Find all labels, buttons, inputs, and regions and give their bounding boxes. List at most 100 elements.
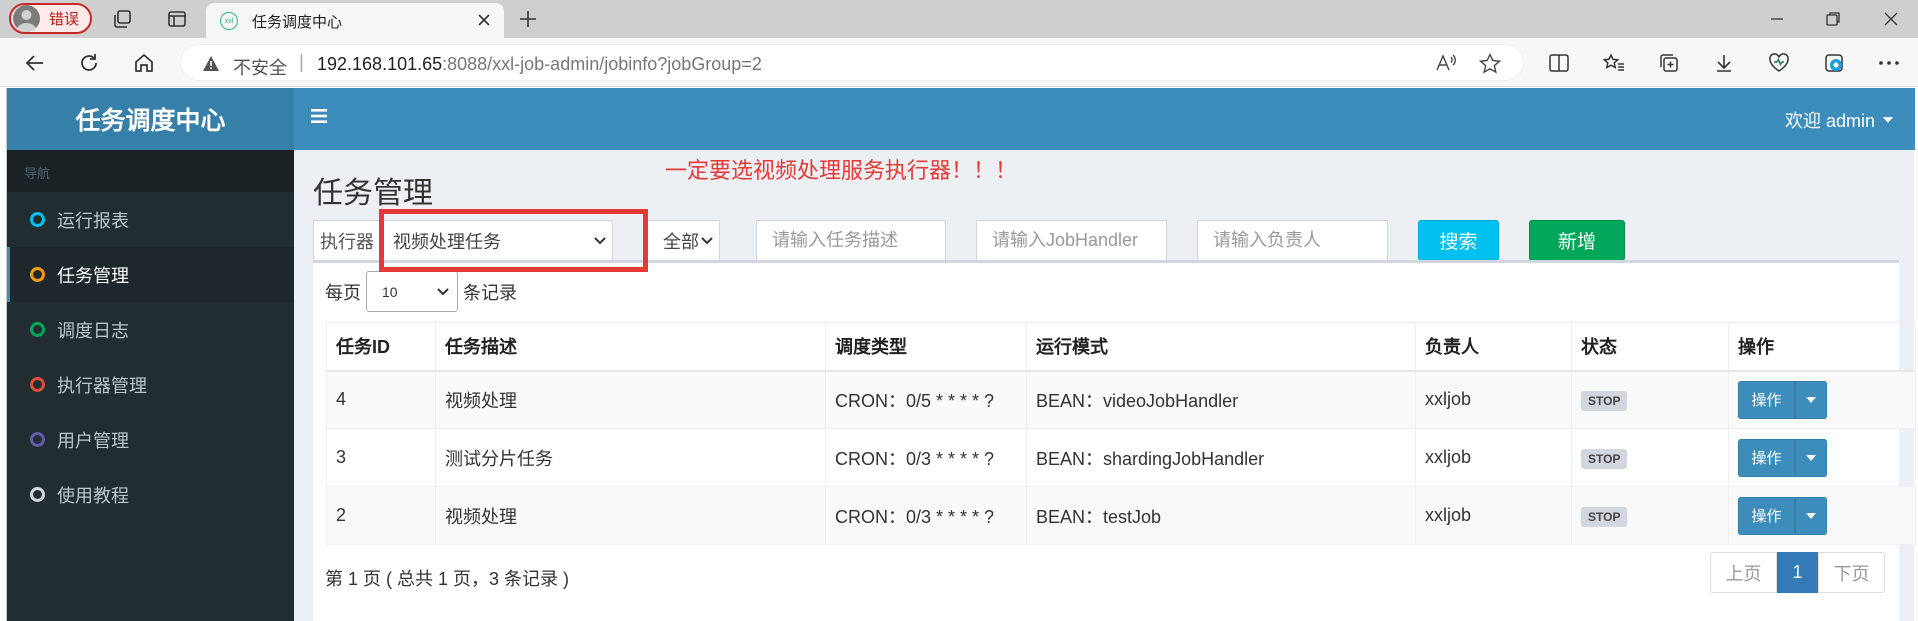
read-aloud-icon[interactable] [1435,53,1457,73]
cell-id: 4 [326,370,436,429]
table-row: 2 视频处理 CRON：0/3 * * * * ? BEAN：testJob x… [326,486,1916,545]
column-header[interactable]: 状态 [1571,322,1729,372]
profile-button[interactable]: 错误 [9,3,92,34]
cell-mode: BEAN：videoJobHandler [1026,370,1416,429]
circle-icon [30,432,45,447]
job-handler-input[interactable] [976,220,1167,261]
search-button[interactable]: 搜索 [1418,220,1499,261]
circle-icon [30,377,45,392]
operation-dropdown[interactable]: 操作 [1738,496,1827,535]
column-header[interactable]: 操作 [1728,322,1916,372]
prev-page-button[interactable]: 上页 [1710,552,1777,593]
caret-down-icon[interactable] [1795,380,1827,419]
user-greeting: 欢迎 admin [1784,111,1875,131]
column-header[interactable]: 负责人 [1415,322,1572,372]
browser-tab-bar: 错误 xxl 任务调度中心 [0,0,1918,38]
user-menu[interactable]: 欢迎 admin [1785,107,1893,133]
browser-essentials-icon[interactable] [1766,50,1792,76]
browser-toolbar: 不安全 | 192.168.101.65:8088/xxl-job-admin/… [0,38,1918,87]
operation-dropdown[interactable]: 操作 [1738,380,1827,419]
favorite-star-icon[interactable] [1479,53,1501,74]
cell-owner: xxljob [1415,370,1572,429]
next-page-button[interactable]: 下页 [1818,552,1885,593]
caret-down-icon[interactable] [1795,438,1827,477]
job-table-box: 每页 10 条记录 任务ID 任务描述 调度类型 运行模式 负责人 状态 操作 … [313,260,1916,621]
profile-status-label: 错误 [49,11,80,28]
sidebar-toggle-icon[interactable] [311,108,329,124]
cell-schedule: CRON：0/5 * * * * ? [825,370,1027,429]
back-icon[interactable] [22,50,48,76]
sidebar-item-report[interactable]: 运行报表 [7,192,294,247]
operation-button[interactable]: 操作 [1738,438,1795,477]
cell-desc: 测试分片任务 [435,428,826,487]
home-icon[interactable] [131,50,157,76]
records-label: 条记录 [463,282,517,303]
security-label: 不安全 [233,58,287,78]
cell-id: 2 [326,486,436,545]
address-bar[interactable]: 不安全 | 192.168.101.65:8088/xxl-job-admin/… [180,44,1524,81]
pagination-info: 第 1 页 ( 总共 1 页，3 条记录 ) [325,569,570,589]
page-length-control: 每页 10 条记录 [325,271,517,312]
page-1-button[interactable]: 1 [1777,552,1818,593]
cell-actions: 操作 [1728,370,1916,429]
cell-actions: 操作 [1728,486,1916,545]
cell-status: STOP [1571,370,1729,429]
per-page-label: 每页 [325,282,361,303]
sidebar-item-executor-management[interactable]: 执行器管理 [7,357,294,412]
refresh-icon[interactable] [76,50,102,76]
collections-icon[interactable] [1656,50,1682,76]
app-root: 任务调度中心 欢迎 admin 导航 运行报表 任务管理 调度日志 执行器管理 … [6,88,1916,621]
sidebar-item-job-log[interactable]: 调度日志 [7,302,294,357]
new-tab-icon[interactable] [516,7,540,31]
tab-title: 任务调度中心 [252,14,343,31]
sidebar-header: 导航 [7,150,294,192]
operation-button[interactable]: 操作 [1738,380,1795,419]
column-header[interactable]: 运行模式 [1026,322,1416,372]
browser-tab-active[interactable]: xxl 任务调度中心 [206,3,504,38]
table-row: 3 测试分片任务 CRON：0/3 * * * * ? BEAN：shardin… [326,428,1916,487]
main-content: 任务管理 一定要选视频处理服务执行器！！！ 执行器 视频处理任务 全部 搜索 新… [294,150,1916,621]
profile-avatar-icon [13,5,40,32]
tab-actions-icon[interactable] [165,7,189,31]
cell-schedule: CRON：0/3 * * * * ? [825,486,1027,545]
column-header[interactable]: 调度类型 [825,322,1027,372]
add-button[interactable]: 新增 [1529,220,1625,261]
sidebar: 导航 运行报表 任务管理 调度日志 执行器管理 用户管理 使用教程 [7,150,294,621]
app-logo[interactable]: 任务调度中心 [7,88,294,150]
job-desc-input[interactable] [756,220,946,261]
table-header-row: 任务ID 任务描述 调度类型 运行模式 负责人 状态 操作 [326,322,1916,372]
split-screen-icon[interactable] [1546,50,1572,76]
caret-down-icon[interactable] [1795,496,1827,535]
page-title: 任务管理 [313,177,433,210]
sidebar-item-job-management[interactable]: 任务管理 [7,247,294,302]
chevron-down-icon [437,287,449,295]
favorites-icon[interactable] [1601,50,1627,76]
downloads-icon[interactable] [1711,50,1737,76]
restore-icon[interactable] [1822,8,1844,30]
status-select[interactable]: 全部 [645,220,720,261]
circle-icon [30,212,45,227]
status-badge: STOP [1581,390,1628,411]
sidebar-item-help[interactable]: 使用教程 [7,467,294,522]
sidebar-item-user-management[interactable]: 用户管理 [7,412,294,467]
cell-mode: BEAN：shardingJobHandler [1026,428,1416,487]
warning-triangle-icon[interactable] [202,55,220,72]
edge-copilot-icon[interactable] [1821,50,1847,76]
column-header[interactable]: 任务描述 [435,322,826,372]
author-input[interactable] [1197,220,1388,261]
minimize-icon[interactable] [1766,8,1788,30]
window-close-icon[interactable] [1880,8,1902,30]
url-text: 192.168.101.65:8088/xxl-job-admin/jobinf… [317,54,762,74]
more-options-icon[interactable] [1876,50,1902,76]
workspaces-icon[interactable] [110,7,134,31]
tab-close-icon[interactable] [474,10,494,30]
page-length-select[interactable]: 10 [366,271,458,312]
pagination: 上页 1 下页 [1710,552,1885,593]
job-table: 任务ID 任务描述 调度类型 运行模式 负责人 状态 操作 4 视频处理 CRO… [326,322,1916,545]
operation-dropdown[interactable]: 操作 [1738,438,1827,477]
cell-mode: BEAN：testJob [1026,486,1416,545]
separator: | [299,52,304,73]
column-header[interactable]: 任务ID [326,322,436,372]
circle-icon [30,322,45,337]
operation-button[interactable]: 操作 [1738,496,1795,535]
